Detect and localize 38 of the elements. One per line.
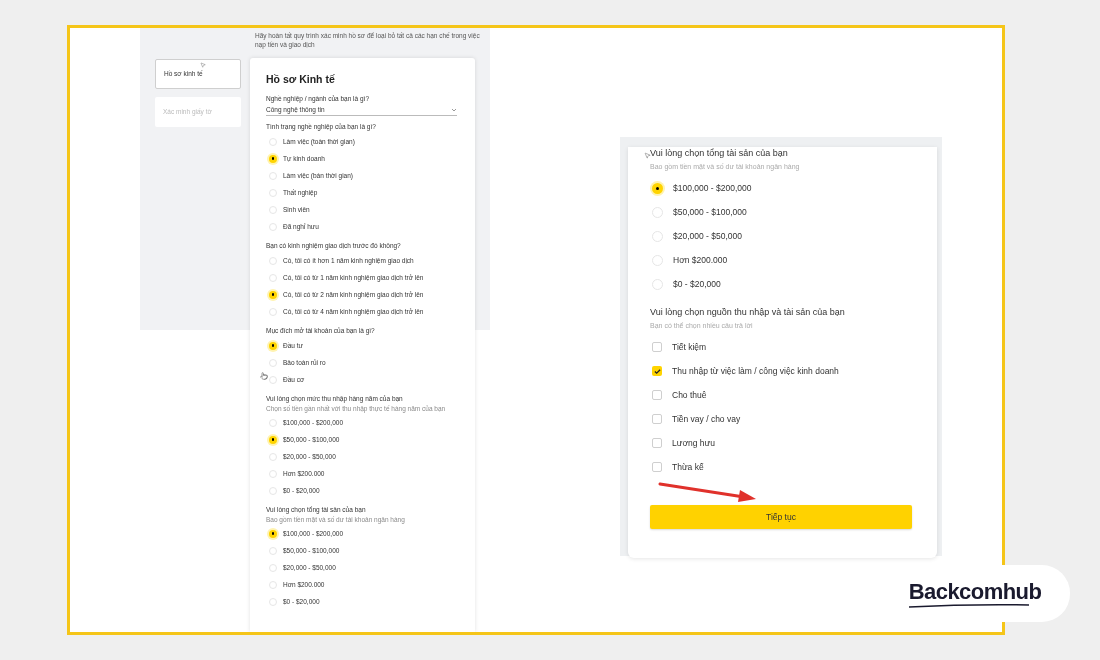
cursor-icon [644,152,651,159]
option-label: Tiết kiệm [672,340,707,354]
checkbox[interactable] [652,414,662,424]
question-label: Vui lòng chọn tổng tài sản của bạn [650,147,789,159]
chevron-icon [451,108,457,112]
form-title: Hồ sơ Kinh tế [266,72,336,86]
option-label: Thừa kế [672,460,704,474]
checkbox[interactable] [652,342,662,352]
radio-button[interactable] [652,278,663,290]
checkbox[interactable] [652,366,662,376]
option-label: $0 - $20,000 [673,277,721,291]
logo-text: Backcomhub [908,579,1042,604]
continue-button[interactable]: Tiếp tục [650,505,912,530]
logo-swoosh-icon [908,603,1029,608]
radio-button[interactable] [269,529,277,538]
option-label: $20,000 - $50,000 [673,229,742,243]
checkbox[interactable] [652,438,662,448]
option-label: $100,000 - $200,000 [673,181,752,195]
radio-button[interactable] [269,435,277,444]
cursor-icon [200,62,206,68]
option-label: Tiền vay / cho vay [672,412,741,426]
radio-button[interactable] [652,182,663,194]
radio-button[interactable] [269,375,277,384]
radio-button[interactable] [652,230,663,242]
question-label: Vui lòng chọn nguồn thu nhập và tài sản của bạn [650,306,846,318]
checkbox[interactable] [652,462,662,472]
option-label: Lương hưu [672,436,715,450]
radio-button[interactable] [652,206,663,218]
option-label: Cho thuê [672,388,707,402]
option-label: $50,000 - $100,000 [673,205,747,219]
checkbox[interactable] [652,390,662,400]
radio-button[interactable] [652,254,663,266]
hand-cursor-icon [260,372,268,380]
radio-button[interactable] [269,290,277,299]
radio-button[interactable] [269,154,277,163]
option-label: Hơn $200.000 [673,253,728,267]
option-label: Thu nhập từ việc làm / công việc kinh doanh [672,364,839,378]
radio-button[interactable] [269,341,277,350]
